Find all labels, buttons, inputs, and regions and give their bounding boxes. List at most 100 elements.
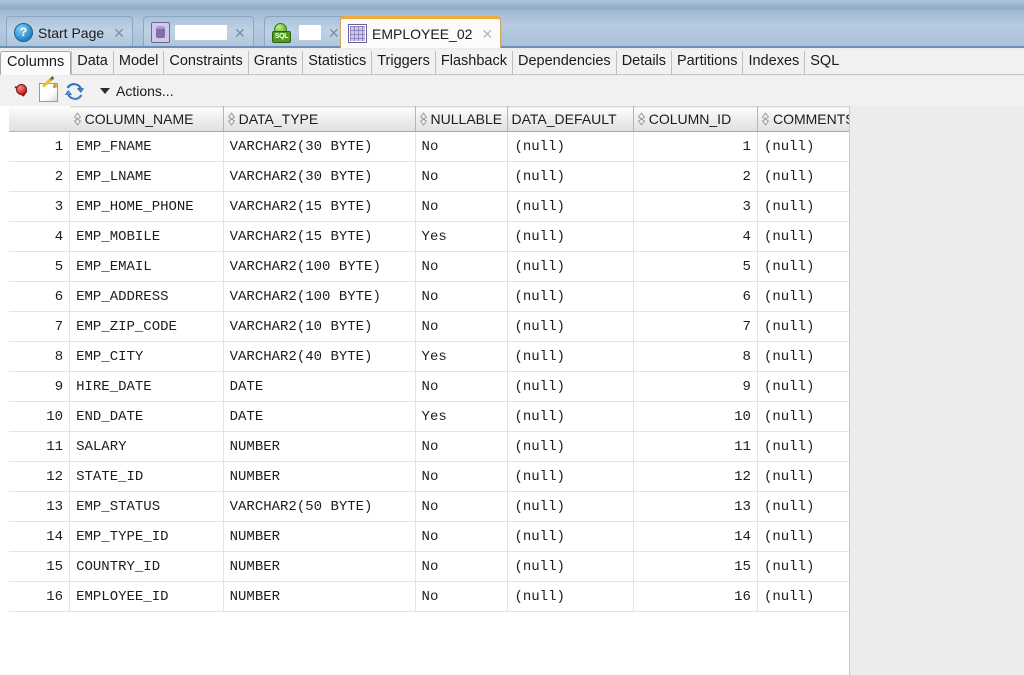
editor-tab-connection[interactable]: ✕	[143, 16, 254, 48]
cell-data-type[interactable]: VARCHAR2(100 BYTE)	[223, 251, 416, 282]
table-row[interactable]: 2 EMP_LNAME VARCHAR2(30 BYTE) No (null) …	[9, 161, 849, 192]
cell-nullable[interactable]: No	[415, 581, 509, 612]
cell-data-type[interactable]: NUMBER	[223, 551, 416, 582]
cell-column-name[interactable]: EMP_CITY	[69, 341, 224, 372]
cell-data-default[interactable]: (null)	[507, 491, 634, 522]
cell-column-id[interactable]: 16	[633, 581, 758, 612]
cell-comments[interactable]: (null)	[757, 221, 849, 252]
refresh-button[interactable]	[62, 80, 86, 103]
cell-comments[interactable]: (null)	[757, 341, 849, 372]
cell-data-type[interactable]: VARCHAR2(15 BYTE)	[223, 191, 416, 222]
tab-model[interactable]: Model	[112, 51, 164, 74]
cell-comments[interactable]: (null)	[757, 131, 849, 162]
cell-data-type[interactable]: VARCHAR2(50 BYTE)	[223, 491, 416, 522]
cell-data-type[interactable]: VARCHAR2(15 BYTE)	[223, 221, 416, 252]
cell-data-type[interactable]: VARCHAR2(10 BYTE)	[223, 311, 416, 342]
freeze-view-button[interactable]	[8, 80, 32, 103]
column-header-column-name[interactable]: COLUMN_NAME	[69, 106, 224, 132]
cell-data-type[interactable]: VARCHAR2(30 BYTE)	[223, 131, 416, 162]
cell-data-type[interactable]: NUMBER	[223, 521, 416, 552]
columns-data-grid[interactable]: COLUMN_NAME DATA_TYPE NULLABLE DATA_DEFA…	[0, 106, 850, 675]
tab-partitions[interactable]: Partitions	[671, 51, 742, 74]
tab-triggers[interactable]: Triggers	[371, 51, 435, 74]
cell-nullable[interactable]: No	[415, 191, 509, 222]
cell-data-default[interactable]: (null)	[507, 521, 634, 552]
cell-column-id[interactable]: 15	[633, 551, 758, 582]
cell-data-default[interactable]: (null)	[507, 191, 634, 222]
table-row[interactable]: 9 HIRE_DATE DATE No (null) 9 (null)	[9, 371, 849, 402]
tab-sql[interactable]: SQL	[804, 51, 844, 74]
tab-statistics[interactable]: Statistics	[302, 51, 371, 74]
cell-data-default[interactable]: (null)	[507, 251, 634, 282]
cell-column-id[interactable]: 2	[633, 161, 758, 192]
table-row[interactable]: 5 EMP_EMAIL VARCHAR2(100 BYTE) No (null)…	[9, 251, 849, 282]
column-header-data-type[interactable]: DATA_TYPE	[223, 106, 416, 132]
cell-column-name[interactable]: EMP_TYPE_ID	[69, 521, 224, 552]
cell-nullable[interactable]: No	[415, 521, 509, 552]
cell-comments[interactable]: (null)	[757, 191, 849, 222]
cell-column-name[interactable]: EMPLOYEE_ID	[69, 581, 224, 612]
cell-column-name[interactable]: EMP_HOME_PHONE	[69, 191, 224, 222]
cell-column-id[interactable]: 8	[633, 341, 758, 372]
table-row[interactable]: 12 STATE_ID NUMBER No (null) 12 (null)	[9, 461, 849, 492]
cell-column-name[interactable]: SALARY	[69, 431, 224, 462]
cell-column-name[interactable]: EMP_ZIP_CODE	[69, 311, 224, 342]
cell-column-id[interactable]: 7	[633, 311, 758, 342]
table-row[interactable]: 1 EMP_FNAME VARCHAR2(30 BYTE) No (null) …	[9, 131, 849, 162]
cell-nullable[interactable]: Yes	[415, 401, 509, 432]
editor-tab-start-page[interactable]: ? Start Page ✕	[6, 16, 133, 48]
cell-comments[interactable]: (null)	[757, 431, 849, 462]
close-icon[interactable]: ✕	[478, 27, 496, 41]
cell-column-name[interactable]: EMP_EMAIL	[69, 251, 224, 282]
cell-comments[interactable]: (null)	[757, 371, 849, 402]
tab-data[interactable]: Data	[71, 51, 113, 74]
cell-comments[interactable]: (null)	[757, 281, 849, 312]
cell-data-type[interactable]: VARCHAR2(30 BYTE)	[223, 161, 416, 192]
cell-column-id[interactable]: 4	[633, 221, 758, 252]
table-row[interactable]: 7 EMP_ZIP_CODE VARCHAR2(10 BYTE) No (nul…	[9, 311, 849, 342]
cell-column-id[interactable]: 9	[633, 371, 758, 402]
cell-nullable[interactable]: No	[415, 431, 509, 462]
cell-nullable[interactable]: No	[415, 491, 509, 522]
cell-comments[interactable]: (null)	[757, 491, 849, 522]
close-icon[interactable]: ✕	[110, 26, 128, 40]
column-header-data-default[interactable]: DATA_DEFAULT	[507, 106, 634, 132]
tab-indexes[interactable]: Indexes	[742, 51, 804, 74]
cell-data-default[interactable]: (null)	[507, 401, 634, 432]
cell-nullable[interactable]: No	[415, 311, 509, 342]
table-row[interactable]: 6 EMP_ADDRESS VARCHAR2(100 BYTE) No (nul…	[9, 281, 849, 312]
cell-data-default[interactable]: (null)	[507, 431, 634, 462]
cell-data-default[interactable]: (null)	[507, 281, 634, 312]
cell-data-type[interactable]: NUMBER	[223, 581, 416, 612]
cell-nullable[interactable]: No	[415, 371, 509, 402]
cell-comments[interactable]: (null)	[757, 311, 849, 342]
close-icon[interactable]: ✕	[231, 26, 249, 40]
table-row[interactable]: 14 EMP_TYPE_ID NUMBER No (null) 14 (null…	[9, 521, 849, 552]
cell-data-default[interactable]: (null)	[507, 221, 634, 252]
cell-column-name[interactable]: EMP_FNAME	[69, 131, 224, 162]
cell-data-default[interactable]: (null)	[507, 551, 634, 582]
cell-column-id[interactable]: 12	[633, 461, 758, 492]
cell-data-default[interactable]: (null)	[507, 161, 634, 192]
table-row[interactable]: 10 END_DATE DATE Yes (null) 10 (null)	[9, 401, 849, 432]
table-row[interactable]: 8 EMP_CITY VARCHAR2(40 BYTE) Yes (null) …	[9, 341, 849, 372]
tab-grants[interactable]: Grants	[247, 51, 303, 74]
cell-column-name[interactable]: EMP_LNAME	[69, 161, 224, 192]
cell-nullable[interactable]: No	[415, 251, 509, 282]
cell-nullable[interactable]: Yes	[415, 221, 509, 252]
tab-dependencies[interactable]: Dependencies	[511, 51, 616, 74]
cell-comments[interactable]: (null)	[757, 551, 849, 582]
editor-tab-employee-02[interactable]: EMPLOYEE_02 ✕	[340, 16, 502, 48]
cell-data-type[interactable]: DATE	[223, 371, 416, 402]
cell-data-type[interactable]: DATE	[223, 401, 416, 432]
tab-details[interactable]: Details	[615, 51, 671, 74]
cell-column-id[interactable]: 11	[633, 431, 758, 462]
cell-data-default[interactable]: (null)	[507, 131, 634, 162]
cell-nullable[interactable]: No	[415, 461, 509, 492]
table-row[interactable]: 15 COUNTRY_ID NUMBER No (null) 15 (null)	[9, 551, 849, 582]
table-row[interactable]: 3 EMP_HOME_PHONE VARCHAR2(15 BYTE) No (n…	[9, 191, 849, 222]
cell-data-default[interactable]: (null)	[507, 371, 634, 402]
cell-column-name[interactable]: EMP_MOBILE	[69, 221, 224, 252]
cell-column-id[interactable]: 6	[633, 281, 758, 312]
cell-column-name[interactable]: EMP_ADDRESS	[69, 281, 224, 312]
